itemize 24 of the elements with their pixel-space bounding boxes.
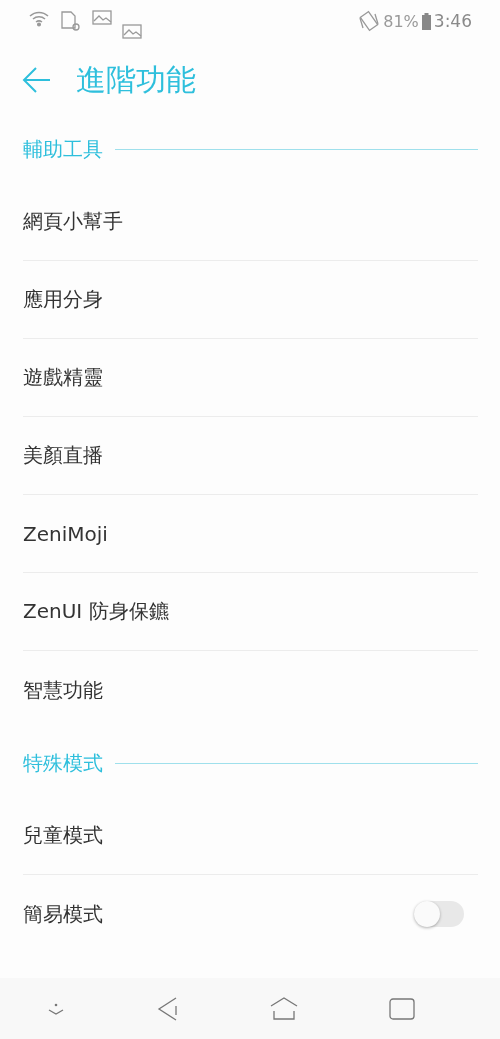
setting-item[interactable]: 應用分身 <box>23 286 103 313</box>
setting-item[interactable]: 簡易模式 <box>23 900 103 928</box>
back-icon[interactable] <box>156 996 179 1021</box>
sd-card-icon <box>60 10 82 32</box>
section-header: 特殊模式 <box>23 749 103 777</box>
setting-item[interactable]: 美顏直播 <box>23 442 103 469</box>
setting-item[interactable]: 遊戲精靈 <box>23 364 103 391</box>
toggle-switch[interactable] <box>414 901 464 927</box>
recent-apps-icon[interactable] <box>388 997 415 1020</box>
auto-rotate-icon <box>358 10 381 32</box>
clock: 3:46 <box>433 11 472 31</box>
battery-icon <box>421 12 431 30</box>
section-header: 輔助工具 <box>23 135 103 163</box>
setting-item[interactable]: ZeniMoji <box>23 521 108 546</box>
image-icon <box>92 10 112 26</box>
setting-item[interactable]: 兒童模式 <box>23 822 103 849</box>
page-title: 進階功能 <box>76 60 196 99</box>
setting-item[interactable]: 網頁小幫手 <box>23 208 123 235</box>
setting-item[interactable]: 智慧功能 <box>23 676 103 704</box>
image-icon <box>122 24 142 40</box>
back-arrow-icon[interactable] <box>22 66 52 94</box>
setting-item[interactable]: ZenUI 防身保鑣 <box>23 598 169 625</box>
home-icon[interactable] <box>269 996 298 1021</box>
battery-percent: 81% <box>383 11 419 31</box>
